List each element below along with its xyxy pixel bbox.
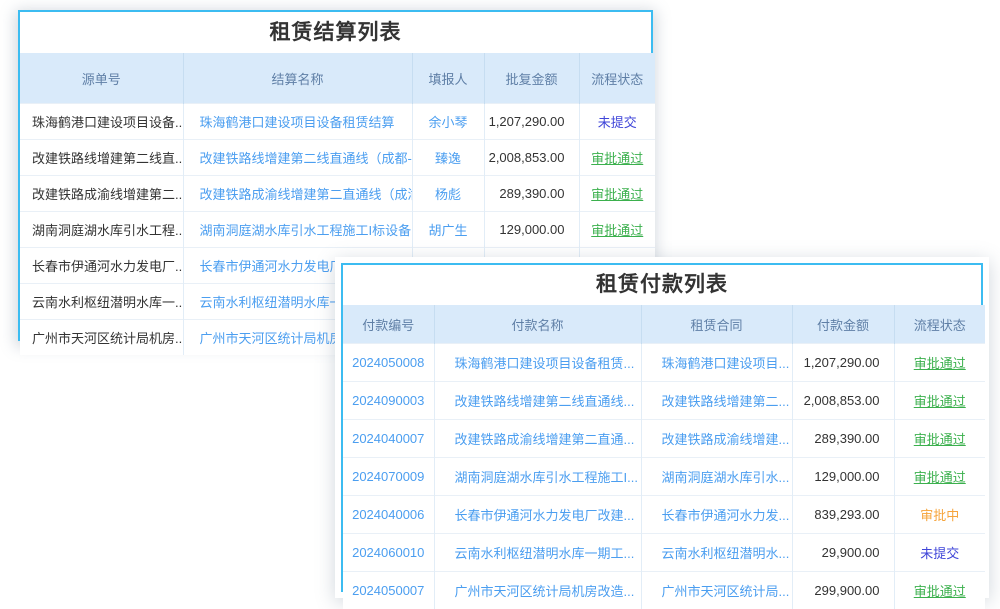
cell-flow-status[interactable]: 审批通过	[894, 420, 985, 458]
cell-settlement-name-link[interactable]: 湖南洞庭湖水库引水工程施工I标设备...	[183, 212, 412, 248]
table-row: 改建铁路成渝线增建第二... 改建铁路成渝线增建第二直通线（成渝... 杨彪 2…	[20, 176, 655, 212]
cell-reporter[interactable]: 余小琴	[412, 104, 484, 140]
payment-list-title: 租赁付款列表	[343, 265, 981, 305]
cell-flow-status[interactable]: 审批通过	[579, 176, 655, 212]
cell-amount: 289,390.00	[792, 420, 894, 458]
cell-source-no: 湖南洞庭湖水库引水工程...	[20, 212, 183, 248]
cell-flow-status[interactable]: 审批通过	[894, 572, 985, 609]
cell-lease-contract-link[interactable]: 湖南洞庭湖水库引水...	[641, 458, 792, 496]
table-row: 2024050007 广州市天河区统计局机房改造... 广州市天河区统计局...…	[343, 572, 985, 609]
col-header-settlement-name: 结算名称	[183, 53, 412, 104]
cell-lease-contract-link[interactable]: 改建铁路线增建第二...	[641, 382, 792, 420]
payment-table: 付款编号 付款名称 租赁合同 付款金额 流程状态 2024050008 珠海鹤港…	[343, 305, 985, 609]
cell-payment-name-link[interactable]: 湖南洞庭湖水库引水工程施工I...	[434, 458, 641, 496]
cell-payment-no-link[interactable]: 2024050008	[343, 344, 434, 382]
cell-source-no: 云南水利枢纽潜明水库一...	[20, 284, 183, 320]
cell-reporter[interactable]: 胡广生	[412, 212, 484, 248]
cell-payment-no-link[interactable]: 2024070009	[343, 458, 434, 496]
cell-lease-contract-link[interactable]: 长春市伊通河水力发...	[641, 496, 792, 534]
cell-source-no: 珠海鹤港口建设项目设备...	[20, 104, 183, 140]
cell-flow-status[interactable]: 审批通过	[894, 382, 985, 420]
col-header-payment-amount: 付款金额	[792, 305, 894, 344]
cell-payment-no-link[interactable]: 2024040007	[343, 420, 434, 458]
cell-payment-no-link[interactable]: 2024060010	[343, 534, 434, 572]
payment-list-window: 租赁付款列表 付款编号 付款名称 租赁合同 付款金额 流程状态 20240500…	[341, 263, 983, 592]
cell-payment-name-link[interactable]: 改建铁路成渝线增建第二直通...	[434, 420, 641, 458]
payment-header-row: 付款编号 付款名称 租赁合同 付款金额 流程状态	[343, 305, 985, 344]
cell-settlement-name-link[interactable]: 珠海鹤港口建设项目设备租赁结算	[183, 104, 412, 140]
col-header-payment-no: 付款编号	[343, 305, 434, 344]
cell-lease-contract-link[interactable]: 改建铁路成渝线增建...	[641, 420, 792, 458]
cell-source-no: 改建铁路线增建第二线直...	[20, 140, 183, 176]
cell-payment-name-link[interactable]: 长春市伊通河水力发电厂改建...	[434, 496, 641, 534]
col-header-approved-amount: 批复金额	[484, 53, 579, 104]
cell-amount: 839,293.00	[792, 496, 894, 534]
cell-amount: 129,000.00	[792, 458, 894, 496]
col-header-flow-status: 流程状态	[579, 53, 655, 104]
settlement-list-title: 租赁结算列表	[20, 12, 651, 53]
cell-flow-status: 审批中	[894, 496, 985, 534]
cell-payment-name-link[interactable]: 改建铁路线增建第二线直通线...	[434, 382, 641, 420]
cell-amount: 289,390.00	[484, 176, 579, 212]
settlement-header-row: 源单号 结算名称 填报人 批复金额 流程状态	[20, 53, 655, 104]
col-header-lease-contract: 租赁合同	[641, 305, 792, 344]
cell-amount: 129,000.00	[484, 212, 579, 248]
cell-flow-status: 未提交	[894, 534, 985, 572]
col-header-payment-name: 付款名称	[434, 305, 641, 344]
cell-flow-status[interactable]: 审批通过	[894, 458, 985, 496]
table-row: 2024090003 改建铁路线增建第二线直通线... 改建铁路线增建第二...…	[343, 382, 985, 420]
cell-source-no: 改建铁路成渝线增建第二...	[20, 176, 183, 212]
col-header-reporter: 填报人	[412, 53, 484, 104]
cell-flow-status: 未提交	[579, 104, 655, 140]
table-row: 2024060010 云南水利枢纽潜明水库一期工... 云南水利枢纽潜明水...…	[343, 534, 985, 572]
table-row: 2024050008 珠海鹤港口建设项目设备租赁... 珠海鹤港口建设项目...…	[343, 344, 985, 382]
cell-flow-status[interactable]: 审批通过	[579, 212, 655, 248]
col-header-flow-status: 流程状态	[894, 305, 985, 344]
cell-reporter[interactable]: 臻逸	[412, 140, 484, 176]
cell-amount: 1,207,290.00	[484, 104, 579, 140]
table-row: 改建铁路线增建第二线直... 改建铁路线增建第二线直通线（成都-... 臻逸 2…	[20, 140, 655, 176]
cell-payment-no-link[interactable]: 2024050007	[343, 572, 434, 609]
table-row: 2024040006 长春市伊通河水力发电厂改建... 长春市伊通河水力发...…	[343, 496, 985, 534]
cell-payment-name-link[interactable]: 云南水利枢纽潜明水库一期工...	[434, 534, 641, 572]
table-row: 2024040007 改建铁路成渝线增建第二直通... 改建铁路成渝线增建...…	[343, 420, 985, 458]
cell-flow-status[interactable]: 审批通过	[894, 344, 985, 382]
cell-reporter[interactable]: 杨彪	[412, 176, 484, 212]
cell-payment-no-link[interactable]: 2024040006	[343, 496, 434, 534]
cell-source-no: 长春市伊通河水力发电厂...	[20, 248, 183, 284]
cell-flow-status[interactable]: 审批通过	[579, 140, 655, 176]
cell-amount: 2,008,853.00	[792, 382, 894, 420]
table-row: 湖南洞庭湖水库引水工程... 湖南洞庭湖水库引水工程施工I标设备... 胡广生 …	[20, 212, 655, 248]
cell-lease-contract-link[interactable]: 广州市天河区统计局...	[641, 572, 792, 609]
cell-amount: 29,900.00	[792, 534, 894, 572]
table-row: 珠海鹤港口建设项目设备... 珠海鹤港口建设项目设备租赁结算 余小琴 1,207…	[20, 104, 655, 140]
cell-lease-contract-link[interactable]: 珠海鹤港口建设项目...	[641, 344, 792, 382]
cell-settlement-name-link[interactable]: 改建铁路线增建第二线直通线（成都-...	[183, 140, 412, 176]
cell-amount: 2,008,853.00	[484, 140, 579, 176]
cell-payment-no-link[interactable]: 2024090003	[343, 382, 434, 420]
cell-payment-name-link[interactable]: 珠海鹤港口建设项目设备租赁...	[434, 344, 641, 382]
cell-source-no: 广州市天河区统计局机房...	[20, 320, 183, 356]
cell-lease-contract-link[interactable]: 云南水利枢纽潜明水...	[641, 534, 792, 572]
cell-amount: 1,207,290.00	[792, 344, 894, 382]
cell-payment-name-link[interactable]: 广州市天河区统计局机房改造...	[434, 572, 641, 609]
table-row: 2024070009 湖南洞庭湖水库引水工程施工I... 湖南洞庭湖水库引水..…	[343, 458, 985, 496]
cell-amount: 299,900.00	[792, 572, 894, 609]
col-header-source-no: 源单号	[20, 53, 183, 104]
cell-settlement-name-link[interactable]: 改建铁路成渝线增建第二直通线（成渝...	[183, 176, 412, 212]
